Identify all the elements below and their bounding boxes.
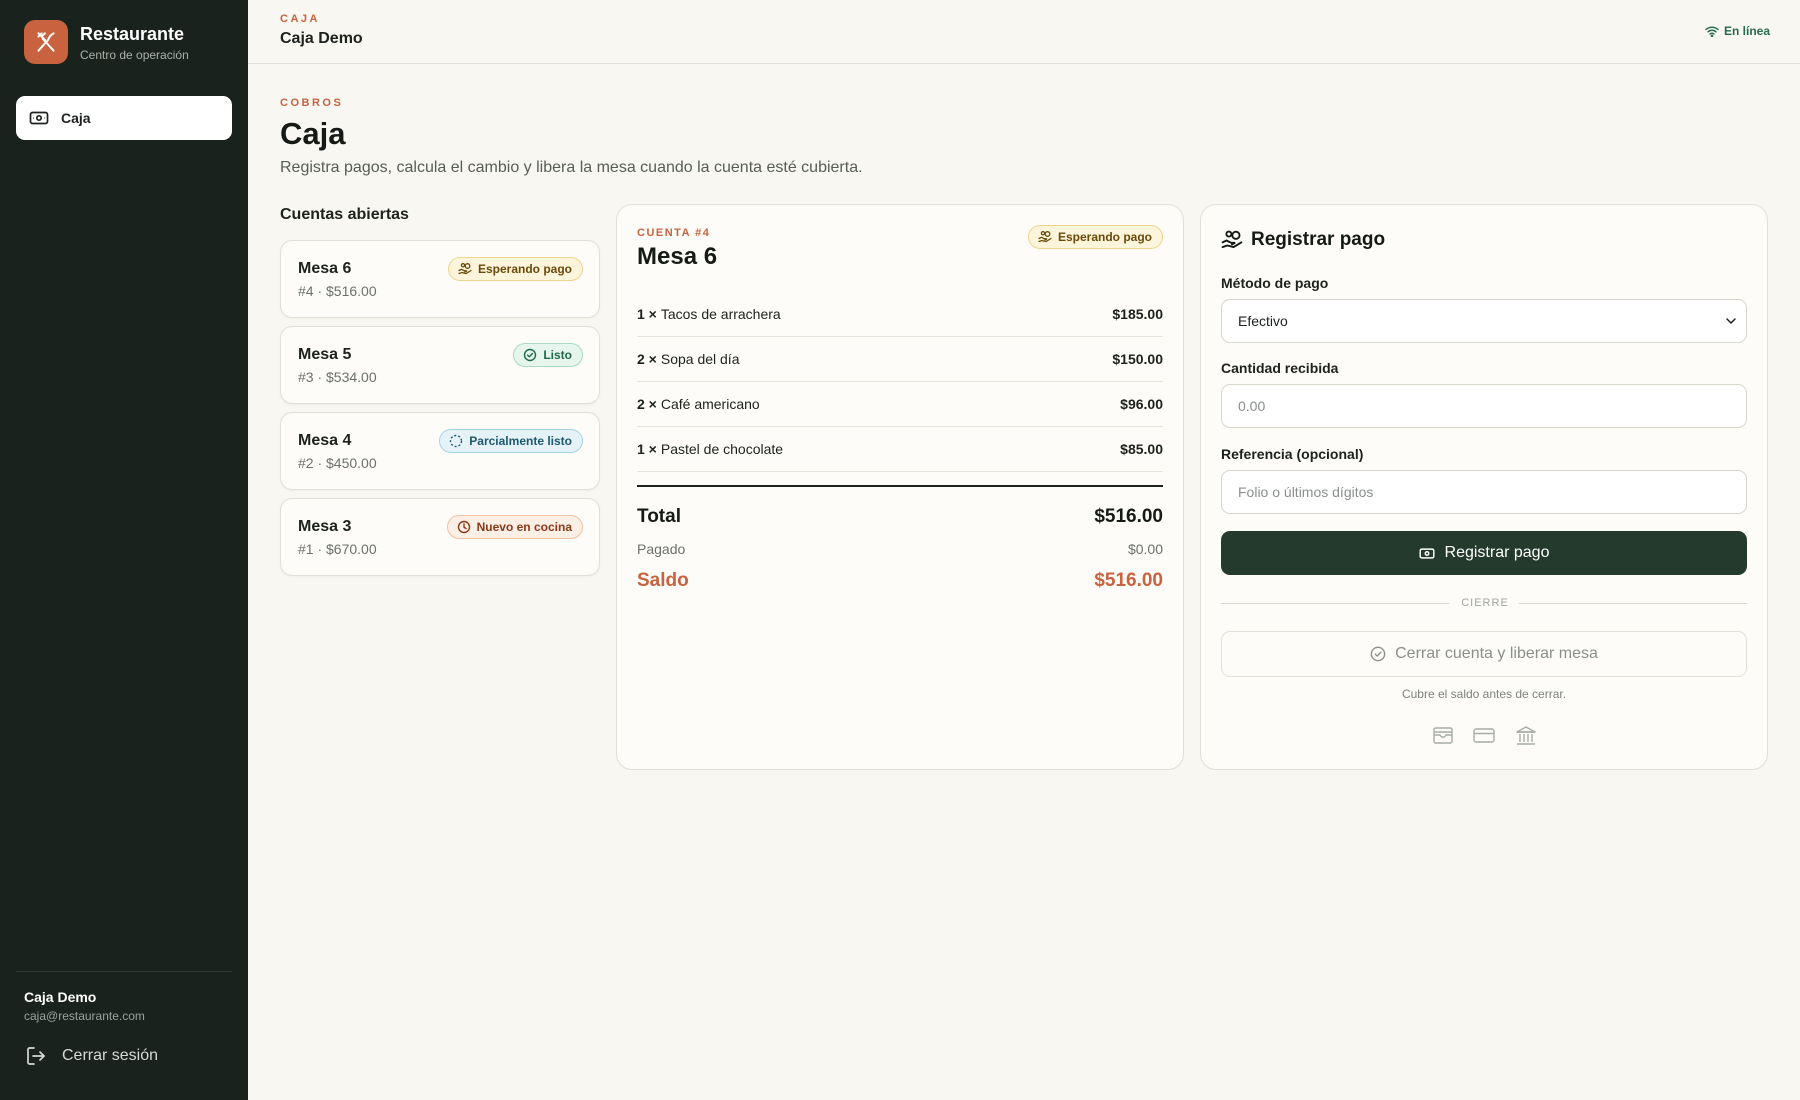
sidebar-item-caja[interactable]: Caja [16,96,232,140]
user-name: Caja Demo [24,989,97,1005]
register-payment-button[interactable]: Registrar pago [1221,531,1747,575]
list-item: 1 × Tacos de arrachera $185.00 [637,292,1163,337]
payment-method-icons [1201,725,1769,747]
total-divider [637,485,1163,487]
reference-label: Referencia (opcional) [1221,446,1364,462]
topbar-title: Caja Demo [280,30,363,47]
user-email: caja@restaurante.com [24,1009,145,1023]
payment-title: Registrar pago [1221,229,1385,251]
account-number: CUENTA #4 [637,227,711,239]
wifi-icon [1705,26,1719,37]
account-meta: #3 · $534.00 [298,369,377,385]
utensils-icon [24,20,68,64]
online-status: En línea [1705,24,1770,38]
account-title: Mesa 6 [637,243,718,270]
payment-method-value: Efectivo [1238,313,1288,329]
account-meta: #4 · $516.00 [298,283,377,299]
amount-received-label: Cantidad recibida [1221,360,1339,376]
paid-row: Pagado $0.00 [637,541,1163,557]
list-item: 1 × Pastel de chocolate $85.00 [637,427,1163,472]
brand: Restaurante Centro de operación [24,20,189,64]
payment-card: Registrar pago Método de pago Efectivo C… [1200,204,1768,770]
online-status-label: En línea [1723,24,1770,38]
payment-method-label: Método de pago [1221,275,1329,291]
closing-divider-label: CIERRE [1461,597,1509,609]
list-item: 2 × Sopa del día $150.00 [637,337,1163,382]
account-name: Mesa 3 [298,518,352,535]
credit-card-icon [1473,728,1495,743]
loader-circle-icon [450,434,463,448]
bank-icon [1516,726,1536,745]
brand-subtitle: Centro de operación [80,47,189,62]
cash-icon [29,111,49,125]
payment-method-select[interactable]: Efectivo [1221,299,1747,343]
account-card-mesa-3[interactable]: Mesa 3 #1 · $670.00 Nuevo en cocina [280,498,600,576]
account-card-mesa-6[interactable]: Mesa 6 #4 · $516.00 Esperando pago [280,240,600,318]
logout-label: Cerrar sesión [62,1047,159,1064]
hand-coins-icon [1038,230,1052,243]
topbar-eyebrow: CAJA [280,13,320,25]
list-item: 2 × Café americano $96.00 [637,382,1163,427]
account-meta: #1 · $670.00 [298,541,377,557]
status-badge: Parcialmente listo [439,429,583,453]
account-detail-card: CUENTA #4 Mesa 6 Esperando pago 1 × Tacos… [616,204,1184,770]
order-lines: 1 × Tacos de arrachera $185.00 2 × Sopa de… [637,292,1163,472]
status-badge: Listo [513,343,583,367]
hand-coins-icon [458,262,472,275]
close-account-button[interactable]: Cerrar cuenta y liberar mesa [1221,631,1747,677]
cash-icon [1418,547,1435,559]
sidebar: Restaurante Centro de operación Caja Caj… [0,0,248,1100]
account-name: Mesa 4 [298,432,352,449]
logout-icon [27,1047,45,1065]
page-subtitle: Registra pagos, calcula el cambio y libe… [280,159,863,176]
status-badge: Esperando pago [1027,225,1163,249]
account-meta: #2 · $450.00 [298,455,377,471]
account-name: Mesa 6 [298,260,352,277]
logout-button[interactable]: Cerrar sesión [26,1046,158,1066]
page-eyebrow: COBROS [280,97,344,109]
account-name: Mesa 5 [298,346,352,363]
balance-row: Saldo $516.00 [637,570,1163,591]
check-circle-icon [1370,646,1386,662]
clock-icon [457,520,470,534]
brand-title: Restaurante [80,23,185,44]
topbar: CAJA Caja Demo En línea [248,0,1800,64]
chevron-down-icon [1726,318,1736,324]
account-card-mesa-4[interactable]: Mesa 4 #2 · $450.00 Parcialmente listo [280,412,600,490]
reference-input[interactable] [1221,470,1747,514]
sidebar-divider [16,971,232,972]
amount-received-input[interactable] [1221,384,1747,428]
total-row: Total $516.00 [637,506,1163,527]
wallet-icon [1433,727,1453,744]
status-badge: Nuevo en cocina [446,515,583,539]
check-circle-icon [524,348,537,362]
close-hint: Cubre el saldo antes de cerrar. [1401,687,1567,701]
hand-coins-icon [1221,230,1243,249]
open-accounts-title: Cuentas abiertas [280,206,409,223]
account-card-mesa-5[interactable]: Mesa 5 #3 · $534.00 Listo [280,326,600,404]
sidebar-item-label: Caja [61,110,91,126]
status-badge: Esperando pago [447,257,583,281]
page-title: Caja [280,116,346,151]
